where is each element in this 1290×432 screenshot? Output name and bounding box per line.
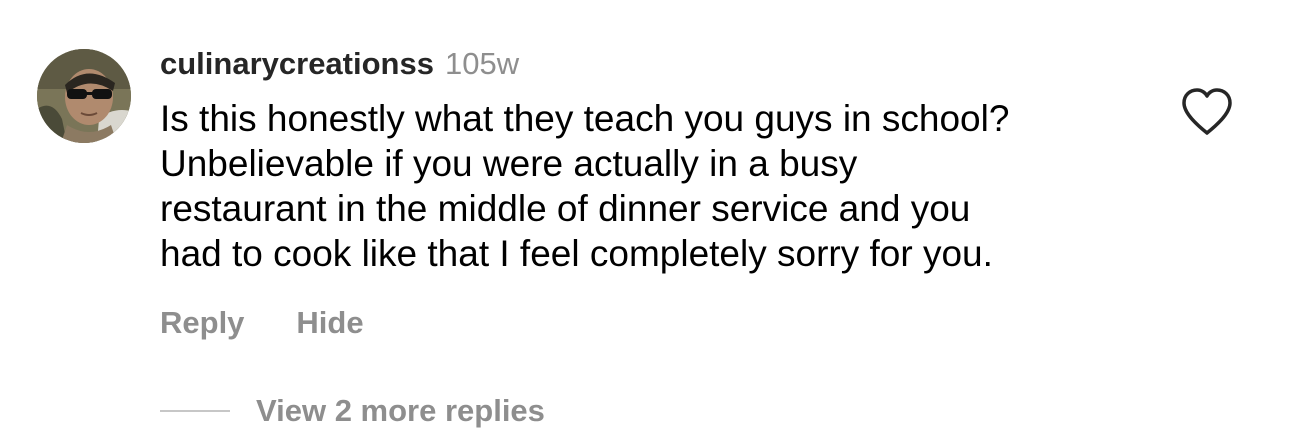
- username[interactable]: culinarycreationss: [160, 46, 434, 82]
- comment-item: culinarycreationss 105w Is this honestly…: [0, 0, 1290, 428]
- hide-button[interactable]: Hide: [296, 305, 363, 341]
- reply-button[interactable]: Reply: [160, 305, 244, 341]
- comment-text: Is this honestly what they teach you guy…: [160, 98, 1010, 274]
- comment-actions: Reply Hide: [160, 301, 364, 345]
- replies-divider-line: [160, 410, 230, 412]
- avatar-image: [37, 49, 131, 143]
- timestamp: 105w: [444, 46, 520, 81]
- avatar[interactable]: [37, 49, 131, 143]
- view-replies-label: View 2 more replies: [256, 393, 545, 428]
- heart-outline-icon: [1182, 88, 1232, 135]
- view-replies-button[interactable]: View 2 more replies: [160, 390, 545, 432]
- comment-header: culinarycreationss 105w: [160, 46, 519, 86]
- like-button[interactable]: [1178, 86, 1236, 138]
